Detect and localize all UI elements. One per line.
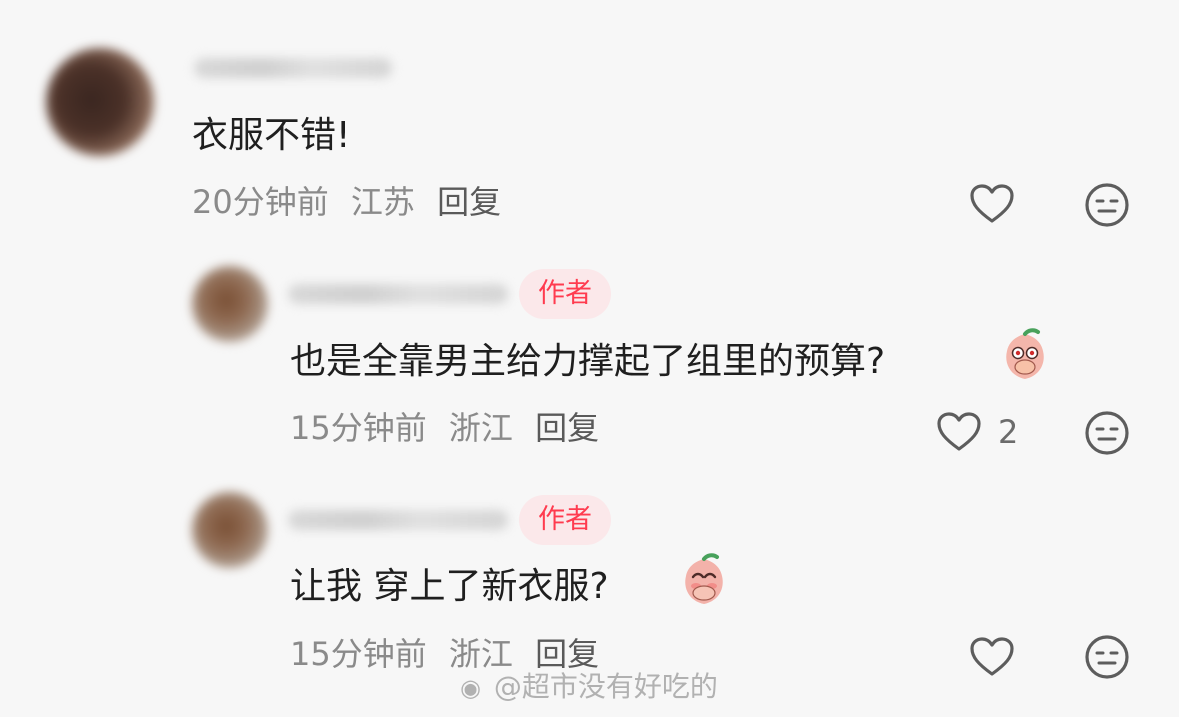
weibo-logo-icon: ◉	[460, 674, 481, 702]
username-blurred[interactable]	[288, 510, 508, 530]
author-badge: 作者	[519, 269, 611, 319]
reply-button[interactable]: 回复	[535, 409, 599, 447]
comment-time: 15分钟前	[290, 635, 427, 673]
comment-location: 江苏	[350, 183, 415, 221]
peach-covering-mouth-sticker	[1006, 328, 1044, 379]
peach-smug-sticker	[685, 553, 723, 604]
neutral-face-icon[interactable]	[1083, 633, 1131, 681]
comment-meta: 15分钟前 浙江 回复	[290, 634, 611, 674]
comment-text: 衣服不错!	[192, 115, 351, 156]
user-avatar-blurred[interactable]	[192, 492, 268, 568]
comment-location: 浙江	[448, 409, 513, 447]
like-count: 2	[998, 413, 1019, 451]
username-blurred[interactable]	[288, 284, 508, 304]
user-avatar-blurred[interactable]	[46, 48, 154, 156]
username-blurred[interactable]	[194, 58, 392, 78]
watermark: ◉ @超市没有好吃的	[460, 670, 718, 705]
heart-outline-icon[interactable]	[968, 633, 1016, 681]
heart-outline-icon[interactable]	[935, 408, 983, 456]
comment-time: 20分钟前	[192, 183, 329, 221]
heart-outline-icon[interactable]	[968, 180, 1016, 228]
comment-text: 让我 穿上了新衣服?	[290, 566, 609, 607]
comment-location: 浙江	[448, 635, 513, 673]
reply-button[interactable]: 回复	[535, 635, 599, 673]
comment-meta: 20分钟前 江苏 回复	[192, 182, 513, 222]
neutral-face-icon[interactable]	[1083, 409, 1131, 457]
comment-meta: 15分钟前 浙江 回复	[290, 408, 611, 448]
watermark-text: @超市没有好吃的	[493, 670, 718, 703]
reply-button[interactable]: 回复	[437, 183, 501, 221]
neutral-face-icon[interactable]	[1083, 181, 1131, 229]
author-badge: 作者	[519, 495, 611, 545]
comment-text: 也是全靠男主给力撑起了组里的预算?	[290, 341, 886, 382]
comment-time: 15分钟前	[290, 409, 427, 447]
user-avatar-blurred[interactable]	[192, 266, 268, 342]
